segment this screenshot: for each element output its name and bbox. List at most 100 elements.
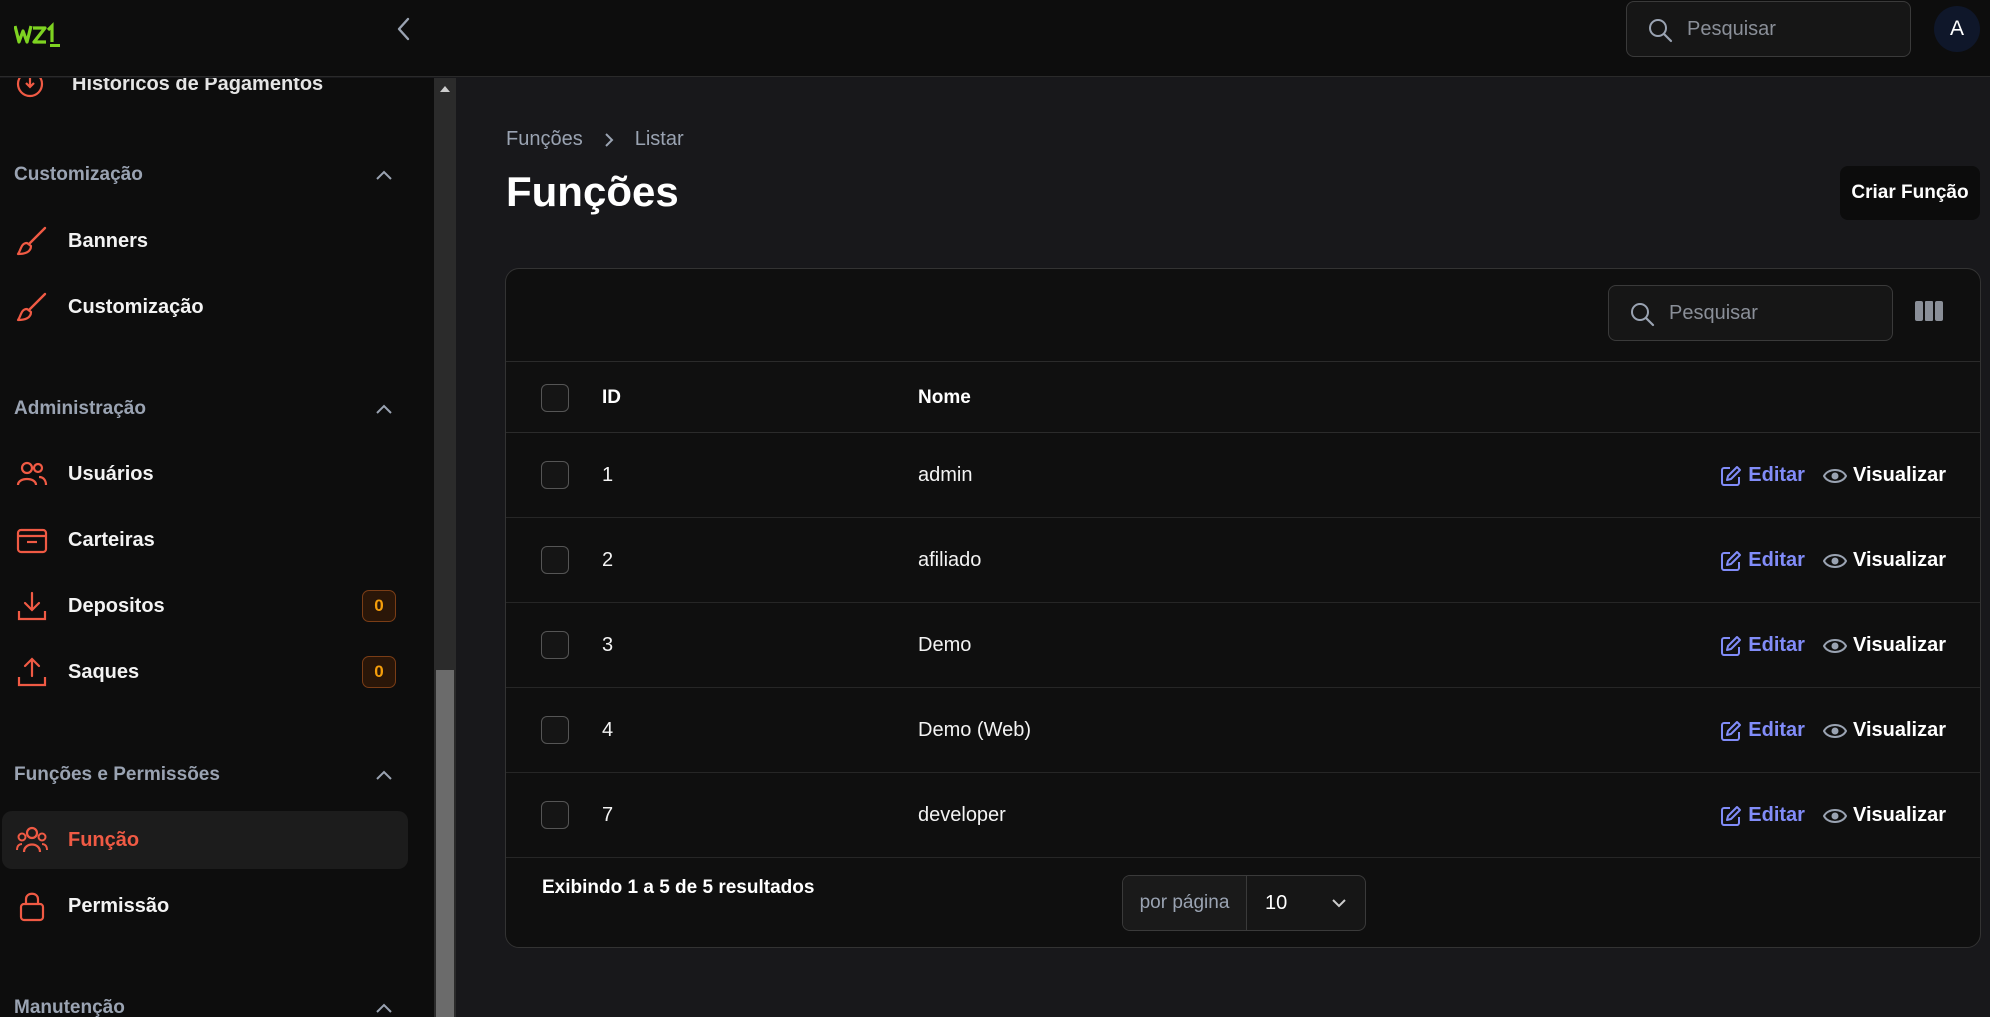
per-page-select[interactable]: por página 10 bbox=[1122, 875, 1366, 931]
view-label: Visualizar bbox=[1852, 549, 1946, 571]
table-search-input[interactable] bbox=[1669, 286, 1869, 340]
eye-icon bbox=[1822, 723, 1847, 738]
breadcrumb-root[interactable]: Funções bbox=[506, 128, 583, 151]
search-icon bbox=[1649, 19, 1673, 43]
cell-id: 7 bbox=[602, 804, 614, 826]
breadcrumb-current: Listar bbox=[634, 128, 684, 150]
edit-label: Editar bbox=[1748, 719, 1805, 741]
cell-name: Demo (Web) bbox=[918, 719, 1031, 741]
sidebar-item-label: Carteiras bbox=[68, 528, 155, 551]
column-header-name[interactable]: Nome bbox=[918, 362, 971, 434]
sidebar-item-banners[interactable]: Banners bbox=[2, 212, 408, 270]
row-checkbox[interactable] bbox=[541, 461, 569, 489]
cell-id: 2 bbox=[602, 549, 614, 571]
table-row: 1 admin Editar Visualizar bbox=[506, 433, 1980, 518]
view-button[interactable]: Visualizar bbox=[1822, 719, 1946, 742]
edit-icon bbox=[1721, 465, 1742, 486]
lock-icon bbox=[14, 888, 50, 924]
edit-icon bbox=[1721, 720, 1742, 741]
section-administracao[interactable]: Administração bbox=[14, 394, 394, 424]
select-all-checkbox[interactable] bbox=[541, 384, 569, 412]
table-search[interactable] bbox=[1608, 285, 1893, 341]
sidebar-scrollbar[interactable] bbox=[434, 78, 456, 1017]
row-checkbox[interactable] bbox=[541, 546, 569, 574]
view-label: Visualizar bbox=[1852, 464, 1946, 486]
brand-logo[interactable] bbox=[14, 22, 62, 50]
sidebar-item-label: Função bbox=[68, 828, 140, 851]
sidebar-item-carteiras[interactable]: Carteiras bbox=[2, 511, 408, 569]
view-button[interactable]: Visualizar bbox=[1822, 549, 1946, 572]
section-manutencao[interactable]: Manutenção bbox=[14, 993, 394, 1017]
sidebar-item-saques[interactable]: Saques 0 bbox=[2, 643, 408, 701]
per-page-value: 10 bbox=[1265, 891, 1288, 914]
pagination-summary: Exibindo 1 a 5 de 5 resultados bbox=[542, 877, 815, 898]
sidebar-item-label: Usuários bbox=[68, 462, 154, 485]
row-actions: Editar Visualizar bbox=[1702, 518, 1946, 603]
sidebar-item-usuarios[interactable]: Usuários bbox=[2, 445, 408, 503]
table-row: 2 afiliado Editar Visualizar bbox=[506, 518, 1980, 603]
edit-button[interactable]: Editar bbox=[1720, 464, 1805, 487]
edit-button[interactable]: Editar bbox=[1720, 719, 1805, 742]
sidebar-item-historicos[interactable]: Históricos de Pagamentos bbox=[14, 78, 323, 104]
download-icon bbox=[14, 588, 50, 624]
cell-id: 1 bbox=[602, 464, 614, 486]
section-title: Administração bbox=[14, 398, 146, 419]
chevron-up-icon bbox=[376, 404, 392, 414]
view-button[interactable]: Visualizar bbox=[1822, 804, 1946, 827]
row-checkbox[interactable] bbox=[541, 716, 569, 744]
cell-id: 4 bbox=[602, 719, 614, 741]
chevron-up-icon bbox=[376, 170, 392, 180]
edit-button[interactable]: Editar bbox=[1720, 634, 1805, 657]
top-bar: A bbox=[0, 0, 1990, 77]
table-row: 4 Demo (Web) Editar Visualizar bbox=[506, 688, 1980, 773]
table-row: 3 Demo Editar Visualizar bbox=[506, 603, 1980, 688]
columns-toggle-icon[interactable] bbox=[1914, 299, 1944, 323]
edit-button[interactable]: Editar bbox=[1720, 804, 1805, 827]
edit-label: Editar bbox=[1748, 549, 1805, 571]
sidebar-item-customizacao[interactable]: Customização bbox=[2, 278, 408, 336]
cell-name: developer bbox=[918, 804, 1006, 826]
edit-label: Editar bbox=[1748, 634, 1805, 656]
view-button[interactable]: Visualizar bbox=[1822, 634, 1946, 657]
avatar[interactable]: A bbox=[1934, 6, 1980, 52]
sidebar-item-label: Depositos bbox=[68, 594, 165, 617]
sidebar-item-depositos[interactable]: Depositos 0 bbox=[2, 577, 408, 635]
global-search-input[interactable] bbox=[1687, 2, 1887, 56]
section-title: Funções e Permissões bbox=[14, 764, 220, 785]
view-label: Visualizar bbox=[1852, 634, 1946, 656]
section-customizacao[interactable]: Customização bbox=[14, 160, 394, 190]
scrollbar-thumb[interactable] bbox=[436, 670, 454, 1017]
row-actions: Editar Visualizar bbox=[1702, 433, 1946, 518]
section-title: Customização bbox=[14, 164, 143, 185]
payment-history-icon bbox=[16, 78, 44, 98]
eye-icon bbox=[1822, 468, 1847, 483]
section-funcoes-permissoes[interactable]: Funções e Permissões bbox=[14, 760, 394, 790]
create-role-button[interactable]: Criar Função bbox=[1840, 166, 1980, 220]
collapse-sidebar-icon[interactable] bbox=[392, 14, 416, 44]
edit-icon bbox=[1721, 805, 1742, 826]
eye-icon bbox=[1822, 808, 1847, 823]
row-actions: Editar Visualizar bbox=[1702, 688, 1946, 773]
sidebar-item-permissao[interactable]: Permissão bbox=[2, 877, 408, 935]
row-checkbox[interactable] bbox=[541, 631, 569, 659]
row-checkbox[interactable] bbox=[541, 801, 569, 829]
scroll-up-arrow-icon[interactable] bbox=[440, 86, 450, 92]
edit-button[interactable]: Editar bbox=[1720, 549, 1805, 572]
paintbrush-icon bbox=[14, 289, 50, 325]
view-button[interactable]: Visualizar bbox=[1822, 464, 1946, 487]
global-search[interactable] bbox=[1626, 1, 1911, 57]
chevron-right-icon bbox=[605, 132, 614, 147]
saques-count-badge: 0 bbox=[362, 656, 396, 688]
search-icon bbox=[1631, 303, 1655, 327]
per-page-dropdown[interactable]: 10 bbox=[1247, 876, 1365, 930]
cell-id: 3 bbox=[602, 634, 614, 656]
table-row: 7 developer Editar Visualizar bbox=[506, 773, 1980, 858]
depositos-count-badge: 0 bbox=[362, 590, 396, 622]
view-label: Visualizar bbox=[1852, 804, 1946, 826]
sidebar-item-funcao[interactable]: Função bbox=[2, 811, 408, 869]
wallet-icon bbox=[14, 522, 50, 558]
paintbrush-icon bbox=[14, 223, 50, 259]
section-title: Manutenção bbox=[14, 997, 125, 1017]
chevron-up-icon bbox=[376, 770, 392, 780]
column-header-id[interactable]: ID bbox=[602, 362, 621, 434]
